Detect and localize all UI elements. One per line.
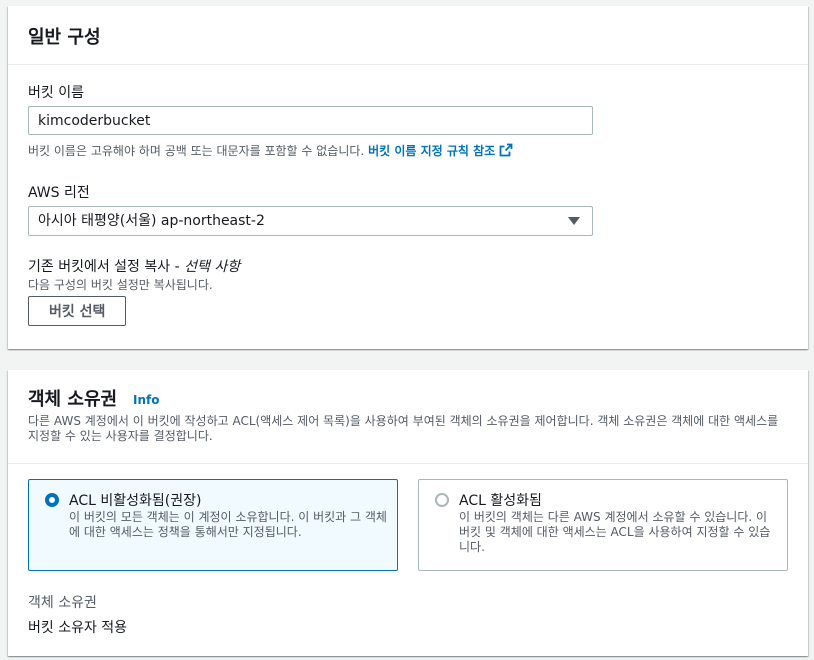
acl-enabled-description: 이 버킷의 객체는 다른 AWS 계정에서 소유할 수 있습니다. 이 버킷 및…	[459, 510, 771, 554]
acl-disabled-title: ACL 비활성화됨(권장)	[69, 493, 202, 509]
object-ownership-result-value: 버킷 소유자 적용	[28, 620, 128, 636]
acl-disabled-radio[interactable]	[45, 493, 59, 507]
general-configuration-title: 일반 구성	[28, 27, 101, 48]
object-ownership-title: 객체 소유권	[28, 389, 118, 410]
choose-bucket-button[interactable]: 버킷 선택	[28, 296, 127, 326]
copy-settings-label: 기존 버킷에서 설정 복사 - 선택 사항	[28, 256, 240, 276]
bucket-name-hint: 버킷 이름은 고유해야 하며 공백 또는 대문자를 포함할 수 없습니다. 버킷…	[28, 142, 513, 159]
aws-region-select[interactable]: 아시아 태평양(서울) ap-northeast-2	[28, 206, 593, 236]
copy-settings-label-text: 기존 버킷에서 설정 복사 -	[28, 259, 185, 275]
object-ownership-info-link[interactable]: Info	[133, 393, 159, 407]
object-ownership-header: 객체 소유권 Info 다른 AWS 계정에서 이 버킷에 작성하고 ACL(액…	[8, 370, 808, 464]
object-ownership-description: 다른 AWS 계정에서 이 버킷에 작성하고 ACL(액세스 제어 목록)을 사…	[28, 414, 779, 443]
general-configuration-panel: 일반 구성 버킷 이름 버킷 이름은 고유해야 하며 공백 또는 대문자를 포함…	[8, 6, 808, 349]
acl-enabled-option[interactable]: ACL 활성화됨 이 버킷의 객체는 다른 AWS 계정에서 소유할 수 있습니…	[418, 479, 788, 571]
acl-enabled-radio[interactable]	[435, 493, 449, 507]
bucket-naming-rules-link[interactable]: 버킷 이름 지정 규칙 참조	[368, 144, 495, 158]
aws-region-selected-value: 아시아 태평양(서울) ap-northeast-2	[38, 213, 265, 229]
object-ownership-result-label: 객체 소유권	[28, 595, 97, 611]
general-configuration-header: 일반 구성	[8, 6, 808, 65]
aws-region-label: AWS 리전	[28, 185, 90, 201]
bucket-name-hint-text: 버킷 이름은 고유해야 하며 공백 또는 대문자를 포함할 수 없습니다.	[28, 144, 365, 158]
bucket-name-input[interactable]	[28, 106, 593, 135]
copy-settings-description: 다음 구성의 버킷 설정만 복사됩니다.	[28, 278, 213, 292]
bucket-name-label: 버킷 이름	[28, 85, 84, 101]
acl-enabled-title: ACL 활성화됨	[459, 493, 542, 509]
caret-down-icon	[568, 217, 580, 225]
object-ownership-panel: 객체 소유권 Info 다른 AWS 계정에서 이 버킷에 작성하고 ACL(액…	[8, 370, 808, 656]
optional-tag: 선택 사항	[184, 259, 241, 275]
acl-disabled-description: 이 버킷의 모든 객체는 이 계정이 소유합니다. 이 버킷과 그 객체에 대한…	[69, 510, 387, 539]
external-link-icon[interactable]	[499, 143, 513, 157]
acl-disabled-option[interactable]: ACL 비활성화됨(권장) 이 버킷의 모든 객체는 이 계정이 소유합니다. …	[28, 479, 398, 571]
